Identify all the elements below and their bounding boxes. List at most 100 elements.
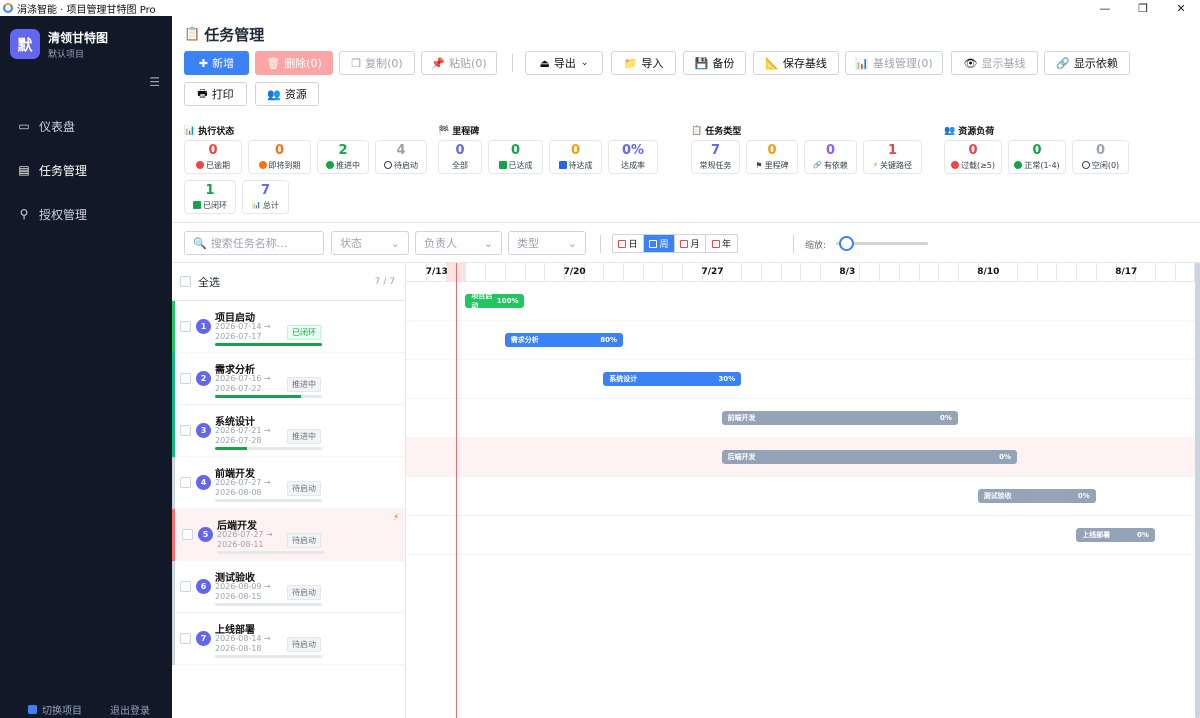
gantt-day-gridline (898, 263, 900, 282)
show-deps-button[interactable]: 🔗 显示依赖 (1044, 51, 1130, 75)
save-baseline-button[interactable]: 📐 保存基线 (753, 51, 839, 75)
stat-card[interactable]: 0% 达成率 (608, 140, 658, 174)
task-checkbox[interactable] (180, 633, 191, 644)
stat-card[interactable]: 1 已闭环 (184, 180, 236, 214)
stat-value: 1 (887, 142, 898, 158)
stat-label: ⚡ 关键路径 (873, 160, 912, 171)
type-filter-label: 类型 (517, 237, 539, 250)
select-all-checkbox[interactable] (180, 276, 191, 287)
stat-label: 已闭环 (193, 200, 227, 211)
task-checkbox[interactable] (180, 477, 191, 488)
stat-label: 正常(1-4) (1014, 160, 1060, 171)
stat-card[interactable]: 0 全部 (438, 140, 482, 174)
paste-label: 粘贴(0) (449, 57, 487, 70)
gantt-bar[interactable]: 项目启动 100% (465, 292, 525, 310)
stat-card[interactable]: 0 已逾期 (184, 140, 242, 174)
stat-card[interactable]: 2 推进中 (317, 140, 369, 174)
switch-project-button[interactable]: 切换项目 (28, 702, 82, 717)
gantt-bar[interactable]: 需求分析 80% (504, 333, 623, 347)
stat-card[interactable]: 7 📊 总计 (242, 180, 289, 214)
copy-button[interactable]: ❐ 复制(0) (339, 51, 415, 75)
chart-icon: 📊 (184, 125, 196, 136)
show-baseline-button[interactable]: 👁 显示基线 (951, 51, 1038, 75)
task-row[interactable]: 7 上线部署 2026-08-14 → 2026-08-18 待启动 (172, 613, 405, 665)
toolbar-divider (512, 54, 513, 72)
task-checkbox[interactable] (180, 425, 191, 436)
gantt-week-label: 7/13 (425, 267, 448, 277)
gantt-bar[interactable]: 前端开发 0% (721, 411, 958, 425)
task-checkbox[interactable] (180, 581, 191, 592)
stat-card[interactable]: 4 待启动 (375, 140, 427, 174)
logout-button[interactable]: 退出登录 (110, 702, 150, 717)
progress-bar (215, 395, 322, 398)
sidebar-item-license[interactable]: ⚲ 授权管理 (0, 192, 172, 236)
task-checkbox[interactable] (180, 373, 191, 384)
baseline-mgmt-button[interactable]: 📊 基线管理(0) (845, 51, 943, 75)
stat-label: ⚑ 里程碑 (755, 160, 788, 171)
stat-label-text: 待达成 (568, 160, 593, 170)
import-button[interactable]: 📁 导入 (611, 51, 676, 75)
new-button[interactable]: ✚ 新增 (184, 51, 249, 75)
stat-label-text: 里程碑 (764, 160, 789, 170)
export-dropdown[interactable]: ⏏ 导出 ⌄ (525, 51, 603, 75)
stat-value: 0 (767, 142, 777, 158)
maximize-button[interactable]: ❐ (1124, 0, 1162, 16)
stat-card[interactable]: 0 已达成 (488, 140, 543, 174)
gantt-bar-name: 系统设计 (609, 375, 638, 383)
window-controls: — ❐ ✕ (1086, 0, 1200, 16)
stat-card[interactable]: 1 ⚡ 关键路径 (863, 140, 922, 174)
gantt-bar[interactable]: 系统设计 30% (603, 372, 742, 386)
paste-button[interactable]: 📌 粘贴(0) (421, 51, 497, 75)
task-row[interactable]: 2 需求分析 2026-07-16 → 2026-07-22 推进中 (172, 353, 405, 405)
select-all-label: 全选 (198, 275, 220, 289)
task-checkbox[interactable] (182, 529, 193, 540)
task-row[interactable]: 3 系统设计 2026-07-21 → 2026-07-28 推进中 (172, 405, 405, 457)
delete-button[interactable]: 🗑 删除(0) (255, 51, 333, 75)
close-button[interactable]: ✕ (1162, 0, 1200, 16)
owner-filter-select[interactable]: 负责人 ⌄ (415, 231, 502, 255)
type-filter-select[interactable]: 类型 ⌄ (508, 231, 586, 255)
stat-card[interactable]: 7 常规任务 (691, 140, 740, 174)
task-row[interactable]: 1 项目启动 2026-07-14 → 2026-07-17 已闭环 (172, 301, 405, 353)
resource-button[interactable]: 👥 资源 (255, 82, 319, 106)
sidebar-item-dashboard[interactable]: ▭ 仪表盘 (0, 104, 172, 148)
sidebar-item-tasks[interactable]: ▤ 任务管理 (0, 148, 172, 192)
view-label: 周 (659, 240, 669, 250)
status-filter-select[interactable]: 状态 ⌄ (331, 231, 409, 255)
gantt-day-gridline (938, 263, 940, 282)
minimize-button[interactable]: — (1086, 0, 1124, 16)
backup-button[interactable]: 💾 备份 (683, 51, 746, 75)
select-all-row: 全选 7 / 7 (172, 263, 405, 301)
stat-card[interactable]: 0 待达成 (549, 140, 602, 174)
stat-card[interactable]: 0 🔗 有依赖 (804, 140, 857, 174)
stat-label: 待启动 (384, 160, 418, 171)
gantt-bar[interactable]: 测试验收 0% (977, 489, 1096, 503)
task-row[interactable]: 4 前端开发 2026-07-27 → 2026-08-08 待启动 (172, 457, 405, 509)
task-row[interactable]: 6 测试验收 2026-08-09 → 2026-08-15 待启动 (172, 561, 405, 613)
stat-card[interactable]: 0 ⚑ 里程碑 (746, 140, 798, 174)
gantt-day-gridline (524, 263, 526, 282)
print-button[interactable]: 🖶 打印 (184, 82, 247, 106)
search-input[interactable]: 🔍 搜索任务名称... (184, 231, 324, 255)
zoom-slider-handle[interactable] (839, 236, 855, 251)
view-year-button[interactable]: 年 (706, 235, 737, 252)
view-day-button[interactable]: 日 (613, 235, 644, 252)
task-checkbox[interactable] (180, 321, 191, 332)
menu-toggle-icon[interactable]: ☰ (149, 75, 160, 89)
stat-card[interactable]: 0 即将到期 (248, 140, 311, 174)
view-month-button[interactable]: 月 (675, 235, 706, 252)
stat-card[interactable]: 0 正常(1-4) (1008, 140, 1066, 174)
gantt-bar-name: 测试验收 (983, 492, 1012, 500)
gantt-bar[interactable]: 上线部署 0% (1076, 528, 1155, 542)
progress-fill (215, 343, 322, 346)
task-start-date: 2026-07-16 → (215, 374, 271, 383)
task-row[interactable]: 5 后端开发 2026-07-27 → 2026-08-11 待启动 ⚡ (172, 509, 405, 561)
view-week-button[interactable]: 周 (644, 235, 675, 252)
vertical-scrollbar[interactable] (1195, 263, 1200, 718)
exec-stats-title-text: 执行状态 (198, 127, 235, 137)
stat-card[interactable]: 0 过载(≥5) (944, 140, 1002, 174)
gantt-bar[interactable]: 后端开发 0% (721, 450, 1017, 464)
progress-bar (217, 551, 324, 554)
progress-fill (215, 447, 248, 450)
stat-card[interactable]: 0 空闲(0) (1072, 140, 1129, 174)
